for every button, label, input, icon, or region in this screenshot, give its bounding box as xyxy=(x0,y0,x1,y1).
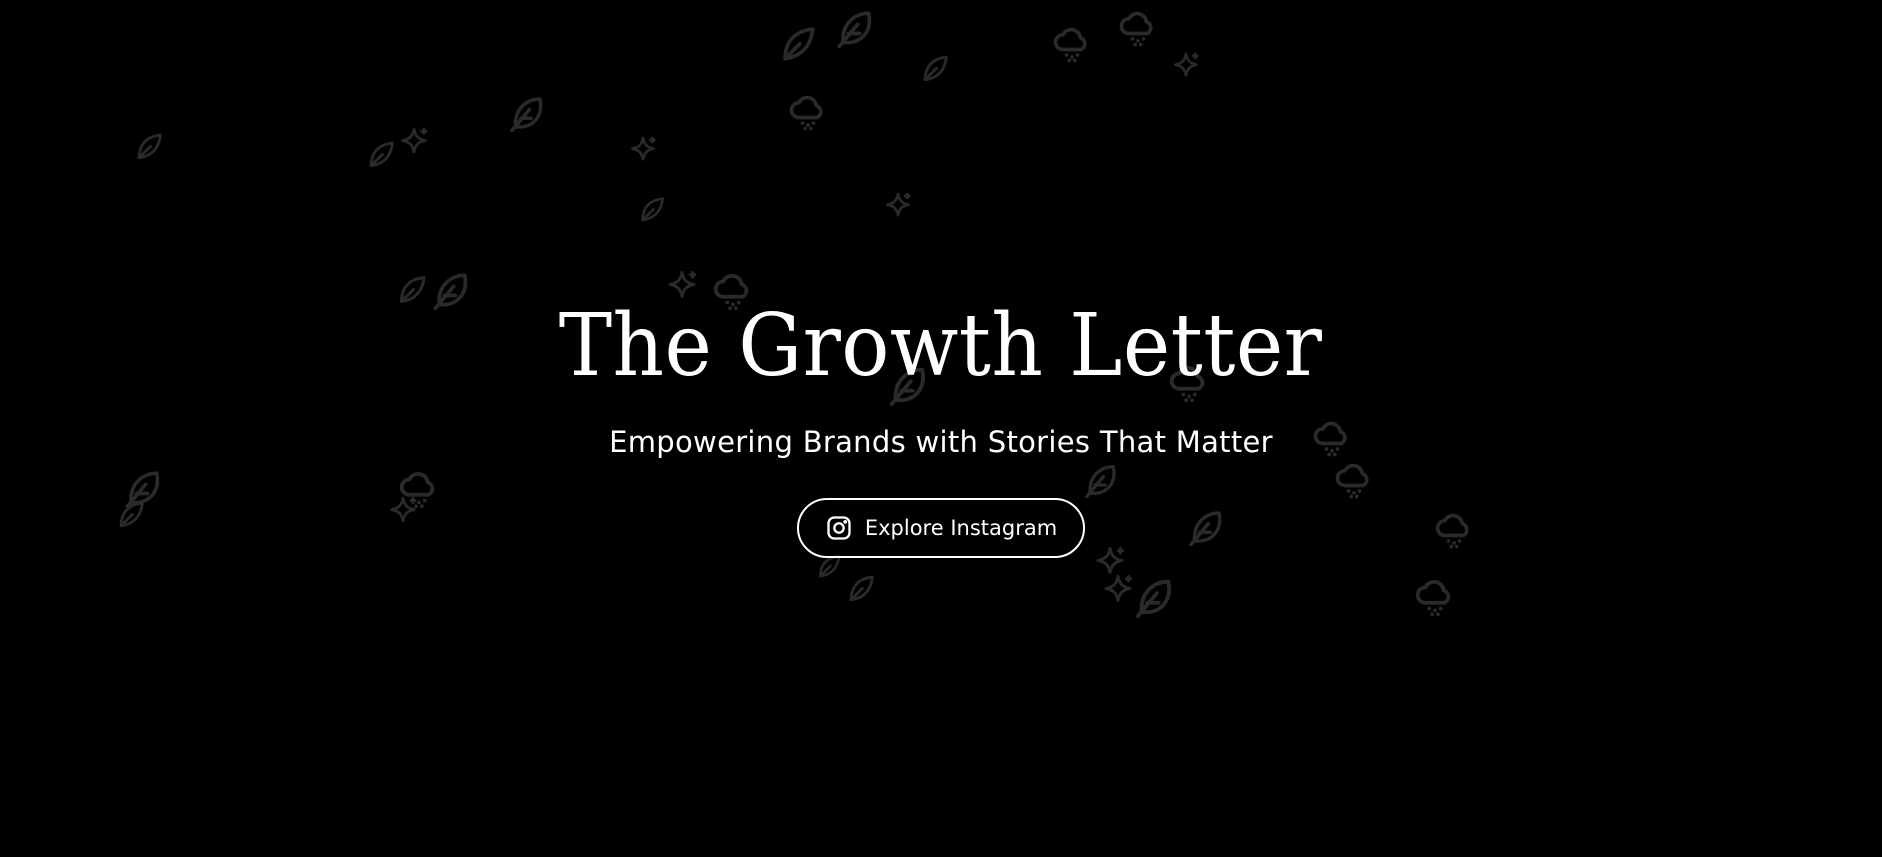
leaf-icon xyxy=(641,197,664,222)
leaf-icon xyxy=(783,27,815,61)
snow-cloud-icon xyxy=(1119,11,1153,47)
hero-section: The Growth Letter Empowering Brands with… xyxy=(0,290,1882,558)
feather-icon xyxy=(510,97,543,133)
snow-cloud-icon xyxy=(789,95,823,131)
sparkle-icon xyxy=(631,136,656,161)
snow-cloud-icon xyxy=(1053,27,1087,63)
page: The Growth Letter Empowering Brands with… xyxy=(0,0,1882,857)
sparkle-icon xyxy=(1174,52,1199,77)
snow-cloud-icon xyxy=(1415,579,1451,617)
page-subtitle: Empowering Brands with Stories That Matt… xyxy=(609,425,1273,459)
sparkle-icon xyxy=(886,192,911,217)
sparkle-icon xyxy=(1104,575,1133,602)
leaf-icon xyxy=(137,133,162,160)
sparkle-icon xyxy=(401,127,428,154)
explore-instagram-button[interactable]: Explore Instagram xyxy=(796,498,1086,558)
instagram-icon xyxy=(825,514,853,542)
leaf-icon xyxy=(849,575,874,602)
leaf-icon xyxy=(369,141,394,168)
explore-instagram-label: Explore Instagram xyxy=(864,516,1058,540)
feather-icon xyxy=(1135,579,1171,619)
leaf-icon xyxy=(923,55,948,82)
feather-icon xyxy=(837,11,872,49)
page-title: The Growth Letter xyxy=(559,296,1323,396)
